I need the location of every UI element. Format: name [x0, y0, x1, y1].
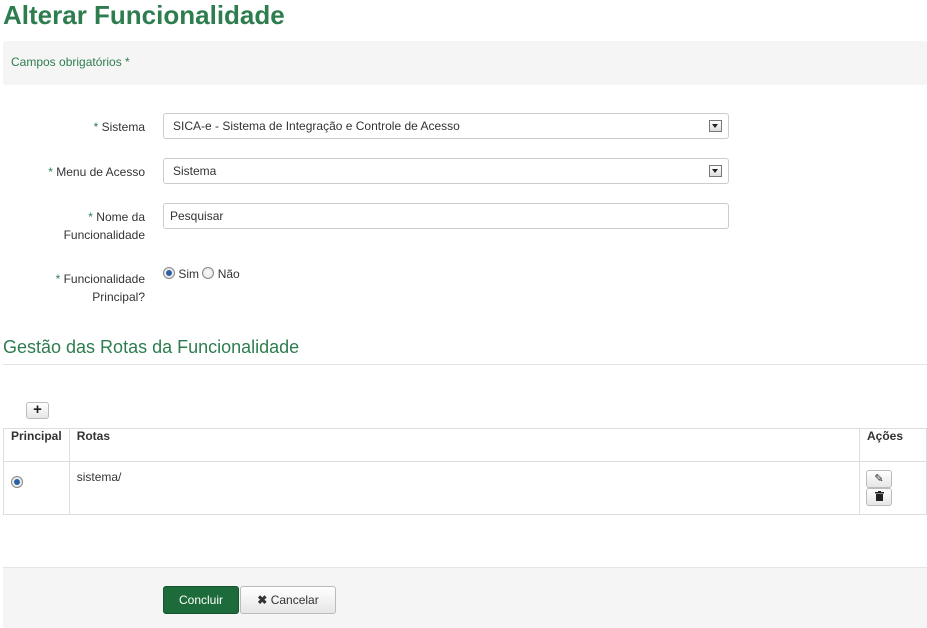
- route-principal-radio[interactable]: [11, 476, 23, 488]
- delete-route-button[interactable]: [866, 488, 892, 506]
- required-fields-text: Campos obrigatórios *: [11, 55, 130, 69]
- form-actions-bar: Concluir ✖ Cancelar: [3, 567, 927, 628]
- routes-table: Principal Rotas Ações sistema/ ✎: [3, 428, 927, 515]
- chevron-down-icon: [709, 120, 722, 132]
- sistema-select[interactable]: SICA-e - Sistema de Integração e Control…: [163, 113, 729, 139]
- section-divider: [3, 364, 927, 365]
- table-header-row: Principal Rotas Ações: [3, 428, 927, 462]
- column-header-principal: Principal: [3, 428, 70, 462]
- column-header-acoes: Ações: [859, 428, 927, 462]
- principal-radio-group: Sim Não: [163, 267, 240, 281]
- column-header-rotas: Rotas: [68, 428, 861, 462]
- menu-acesso-select[interactable]: Sistema: [163, 158, 729, 184]
- trash-icon: [874, 491, 884, 501]
- nome-label: * Nome da Funcionalidade: [63, 210, 145, 242]
- required-fields-notice: Campos obrigatórios *: [3, 41, 927, 85]
- principal-cell: [3, 461, 70, 515]
- menu-acesso-label: * Menu de Acesso: [48, 165, 145, 179]
- cancelar-button[interactable]: ✖ Cancelar: [240, 586, 336, 614]
- chevron-down-icon: [709, 165, 722, 177]
- routes-section-title: Gestão das Rotas da Funcionalidade: [3, 337, 300, 357]
- actions-cell: ✎: [859, 461, 927, 515]
- plus-icon: +: [33, 401, 42, 418]
- rota-cell: sistema/: [68, 461, 861, 515]
- nome-funcionalidade-input[interactable]: Pesquisar: [163, 203, 729, 229]
- page-title: Alterar Funcionalidade: [3, 0, 285, 30]
- principal-label: * Funcionalidade Principal?: [55, 272, 145, 304]
- concluir-button[interactable]: Concluir: [163, 586, 239, 614]
- add-route-button[interactable]: +: [26, 402, 49, 419]
- principal-nao-label: Não: [217, 267, 240, 281]
- sistema-label: * Sistema: [93, 120, 145, 134]
- principal-sim-radio[interactable]: [163, 267, 175, 279]
- edit-route-button[interactable]: ✎: [866, 470, 892, 488]
- pencil-icon: ✎: [874, 473, 884, 485]
- table-row: sistema/ ✎: [3, 461, 927, 515]
- principal-nao-radio[interactable]: [202, 267, 215, 279]
- principal-sim-label: Sim: [178, 267, 200, 281]
- close-icon: ✖: [257, 593, 268, 607]
